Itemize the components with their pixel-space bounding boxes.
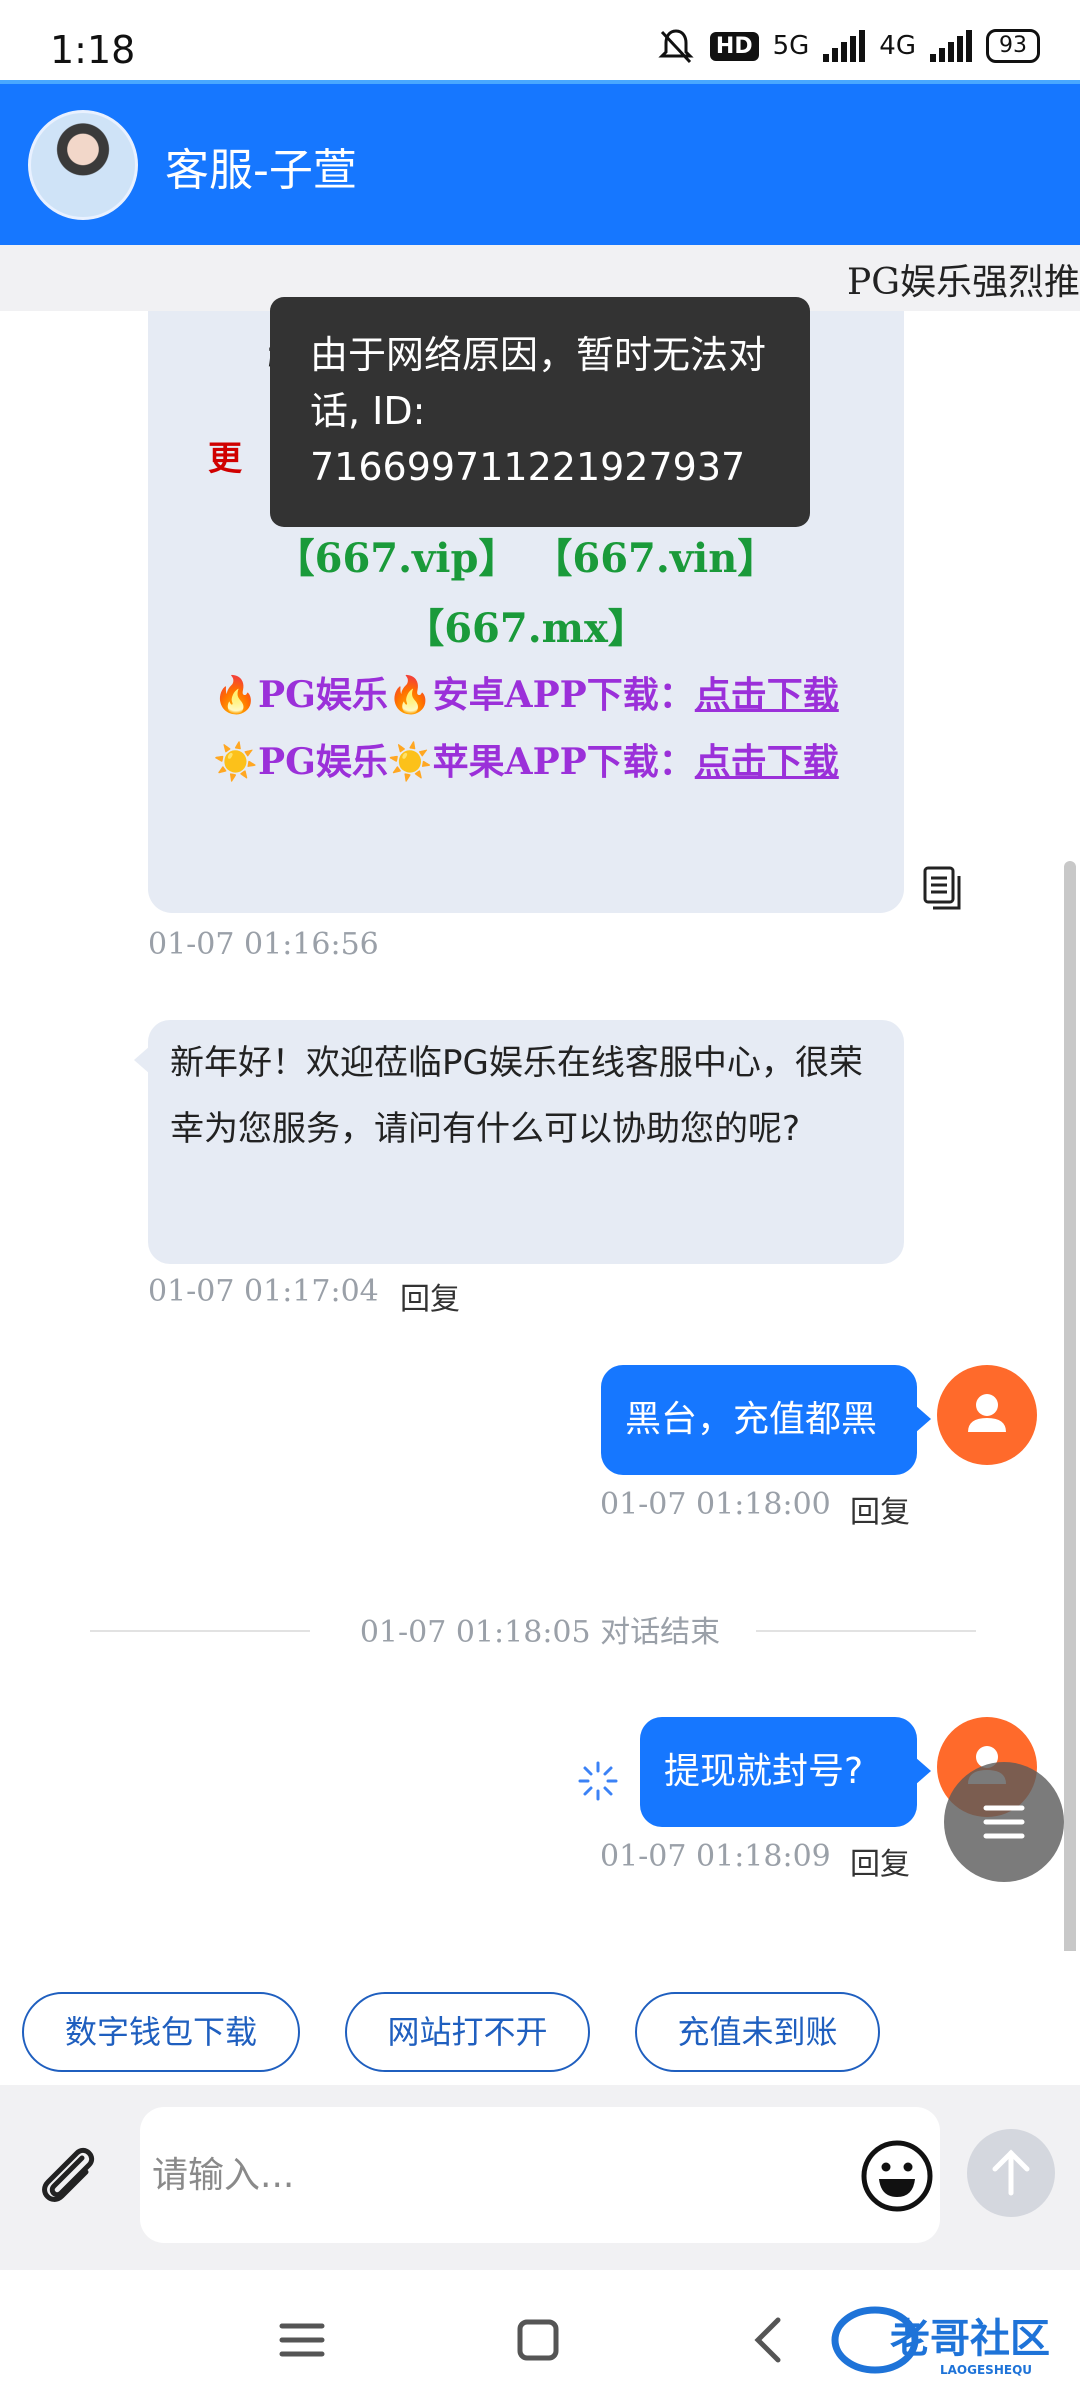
network-4g-label: 4G bbox=[879, 31, 916, 61]
message-input-box bbox=[140, 2107, 940, 2243]
message-timestamp: 01-07 01:16:56 bbox=[148, 927, 379, 962]
watermark-text: 老哥社区 bbox=[890, 2316, 1050, 2362]
floating-menu-button[interactable] bbox=[944, 1762, 1064, 1882]
message-timestamp: 01-07 01:17:04 bbox=[148, 1274, 379, 1309]
arrow-up-icon bbox=[992, 2149, 1030, 2196]
paperclip-icon[interactable] bbox=[32, 2140, 104, 2212]
status-icons: HD 5G 4G 93 bbox=[656, 26, 1040, 66]
message-timestamp: 01-07 01:18:00 bbox=[600, 1487, 831, 1522]
user-message-bubble: 黑台，充值都黑 bbox=[601, 1365, 931, 1475]
toast-text: 由于网络原因，暂时无法对话, ID: 716699711221927937 bbox=[310, 333, 767, 489]
promo-domains-row-2: 【667.mx】 bbox=[404, 605, 648, 652]
message-list[interactable]: 强推 快 更 ⬇️PG娱乐场地域名⬇️ 【667.vip】 【667.vin】 … bbox=[0, 311, 1080, 1951]
message-timestamp: 01-07 01:18:09 bbox=[600, 1839, 831, 1874]
promo-android-download: 🔥PG娱乐🔥安卓APP下载：点击下载 bbox=[148, 666, 904, 718]
back-icon[interactable] bbox=[740, 2310, 800, 2370]
agent-message-bubble: 新年好！欢迎莅临PG娱乐在线客服中心，很荣幸为您服务，请问有什么可以协助您的呢? bbox=[134, 1020, 904, 1264]
quick-replies: 数字钱包下载 网站打不开 充值未到账 bbox=[0, 1951, 1080, 2085]
home-icon[interactable] bbox=[508, 2310, 568, 2370]
user-avatar bbox=[937, 1365, 1037, 1465]
reply-button[interactable]: 回复 bbox=[850, 1839, 910, 1883]
system-navigation-bar: 老哥社区 LAOGESHEQU bbox=[0, 2270, 1080, 2400]
message-text: 提现就封号? bbox=[664, 1751, 864, 1792]
android-download-link[interactable]: 点击下载 bbox=[695, 674, 839, 716]
copy-icon[interactable] bbox=[923, 866, 963, 912]
reply-button[interactable]: 回复 bbox=[400, 1274, 460, 1318]
message-text: 新年好！欢迎莅临PG娱乐在线客服中心，很荣幸为您服务，请问有什么可以协助您的呢? bbox=[170, 1043, 863, 1149]
user-message-bubble: 提现就封号? bbox=[640, 1717, 931, 1827]
network-5g-label: 5G bbox=[772, 31, 810, 61]
signal-5g-icon bbox=[823, 30, 866, 62]
conversation-ended-label: 01-07 01:18:05 对话结束 bbox=[359, 1615, 721, 1650]
ios-download-link[interactable]: 点击下载 bbox=[695, 741, 839, 783]
sending-spinner-icon bbox=[578, 1761, 618, 1801]
promo-domains-row-1: 【667.vip】 【667.vin】 bbox=[274, 535, 778, 582]
chat-header: 客服-子萱 bbox=[0, 80, 1080, 245]
quick-reply-site-not-loading[interactable]: 网站打不开 bbox=[345, 1992, 590, 2072]
menu-icon bbox=[983, 1805, 1025, 1839]
status-time: 1:18 bbox=[50, 28, 136, 72]
signal-4g-icon bbox=[930, 30, 972, 62]
reply-button[interactable]: 回复 bbox=[850, 1487, 910, 1531]
user-icon bbox=[968, 1394, 1006, 1432]
message-input[interactable] bbox=[152, 2107, 832, 2243]
scrollbar[interactable] bbox=[1064, 861, 1076, 1951]
mute-bell-icon bbox=[658, 29, 694, 64]
quick-reply-wallet-download[interactable]: 数字钱包下载 bbox=[22, 1992, 300, 2072]
recent-apps-icon[interactable] bbox=[272, 2310, 332, 2370]
promo-ios-download: ☀️PG娱乐☀️苹果APP下载：点击下载 bbox=[148, 733, 904, 785]
send-button[interactable] bbox=[967, 2129, 1055, 2217]
agent-name: 客服-子萱 bbox=[165, 145, 357, 196]
watermark-logo: 老哥社区 LAOGESHEQU bbox=[831, 2306, 1050, 2377]
watermark-subtext: LAOGESHEQU bbox=[940, 2363, 1032, 2377]
hd-badge: HD bbox=[709, 31, 759, 61]
agent-avatar[interactable] bbox=[28, 110, 138, 220]
emoji-icon[interactable] bbox=[860, 2139, 934, 2213]
marquee-text: PG娱乐强烈推 bbox=[847, 262, 1080, 303]
battery-icon: 93 bbox=[986, 29, 1040, 63]
quick-reply-deposit-missing[interactable]: 充值未到账 bbox=[635, 1992, 880, 2072]
ios-download-label: ☀️PG娱乐☀️苹果APP下载： bbox=[213, 741, 695, 783]
network-error-toast: 由于网络原因，暂时无法对话, ID: 716699711221927937 bbox=[270, 297, 810, 527]
status-bar: 1:18 HD 5G 4G 93 bbox=[0, 0, 1080, 80]
android-download-label: 🔥PG娱乐🔥安卓APP下载： bbox=[213, 674, 695, 716]
message-composer bbox=[0, 2085, 1080, 2270]
message-text: 黑台，充值都黑 bbox=[625, 1399, 878, 1440]
